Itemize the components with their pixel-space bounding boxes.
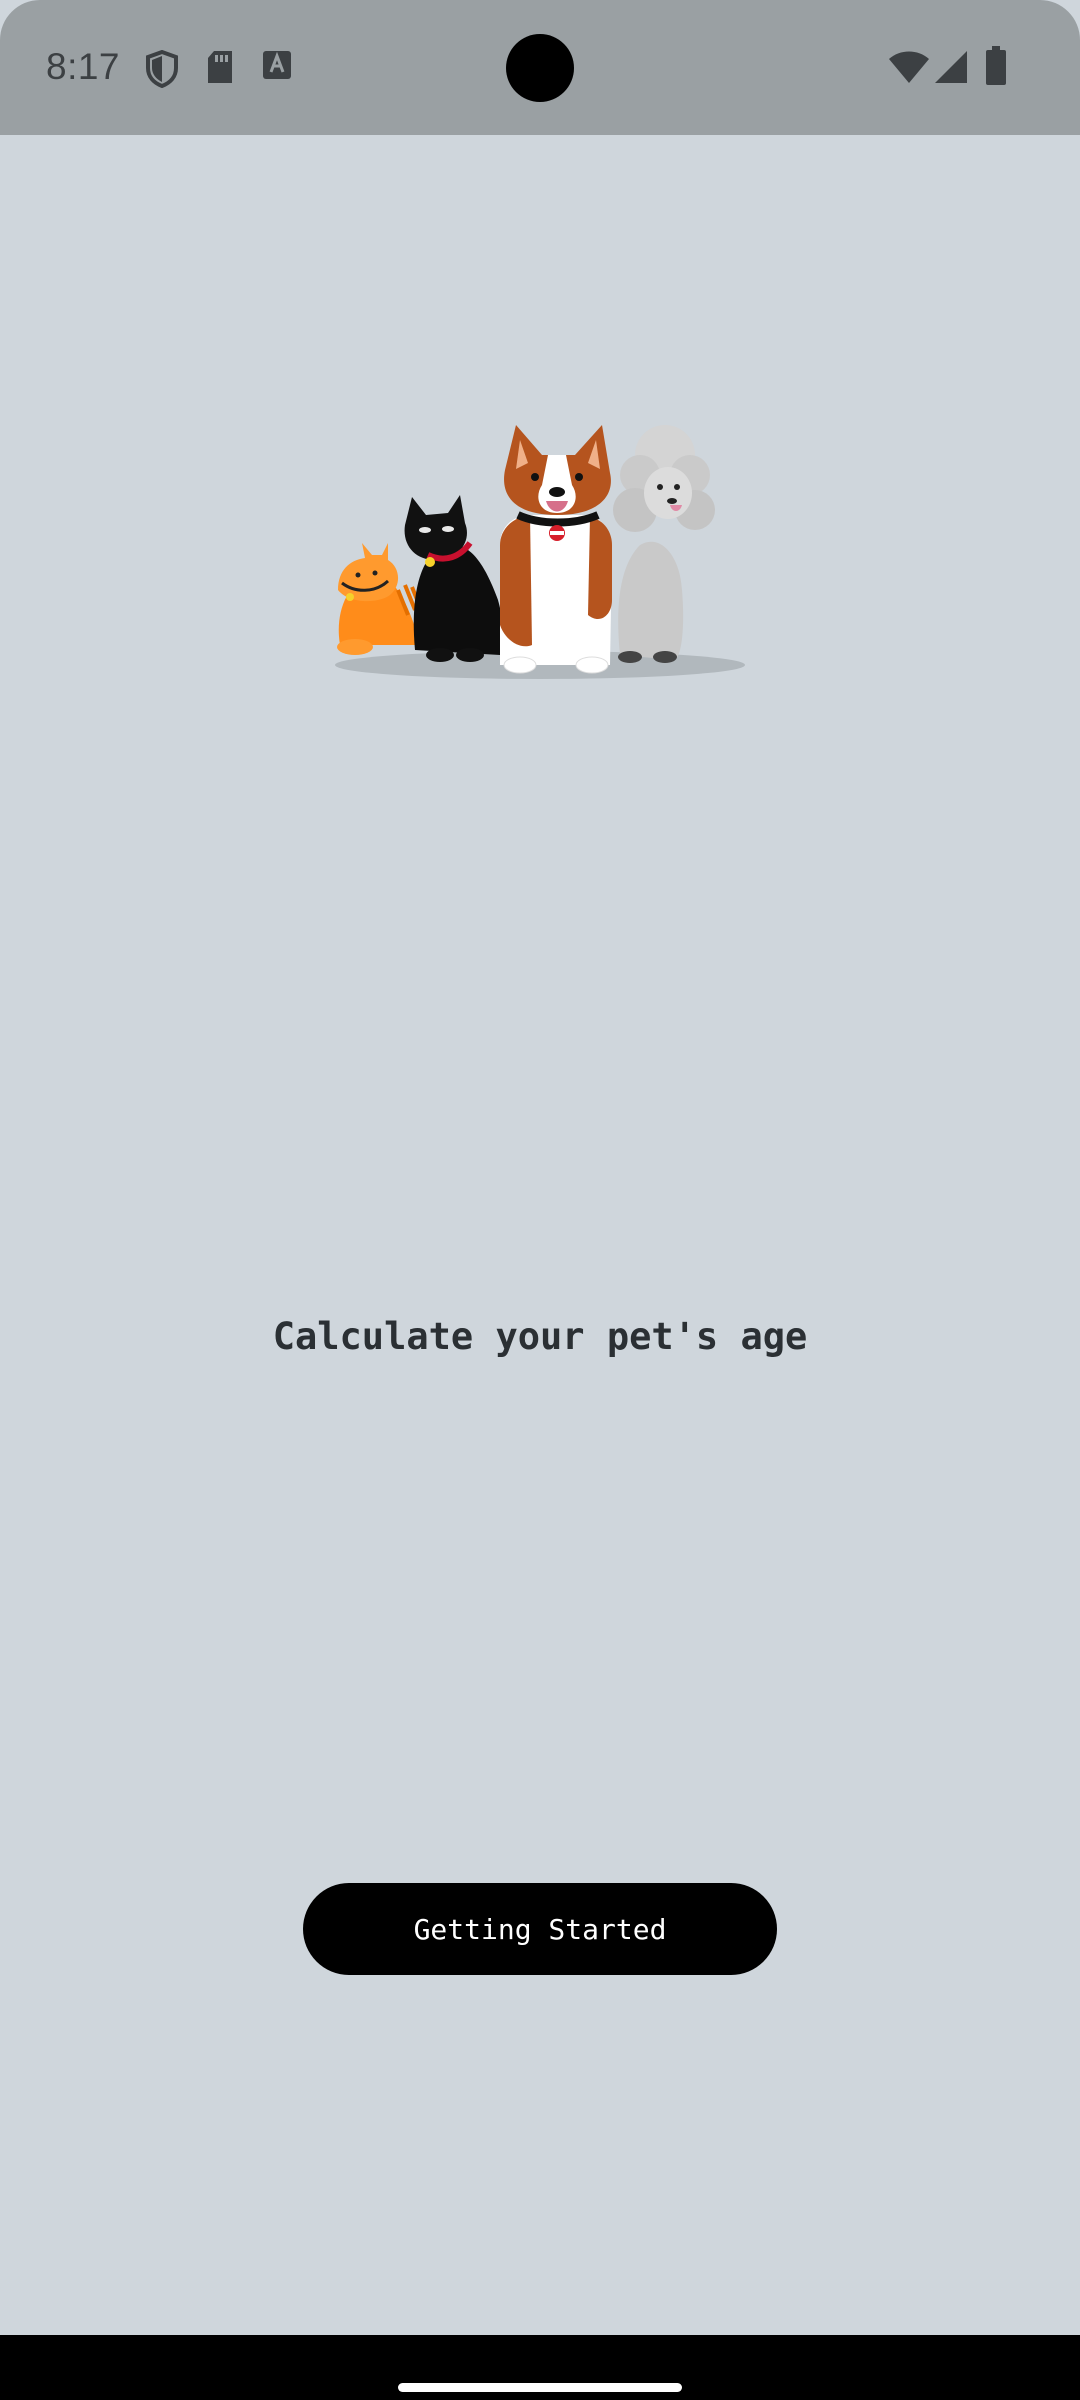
- pets-illustration: [320, 415, 760, 695]
- home-gesture-handle[interactable]: [398, 2383, 682, 2392]
- app-screen: 8:17 Calculate your pet's age Getting St…: [0, 0, 1080, 2400]
- front-camera: [506, 34, 574, 102]
- corgi-dog: [500, 425, 612, 674]
- orange-cat: [337, 543, 422, 655]
- battery-icon: [985, 46, 1007, 91]
- sd-card-icon: [206, 50, 234, 89]
- page-title: Calculate your pet's age: [272, 1315, 808, 1358]
- status-bar: 8:17: [0, 0, 1080, 135]
- text-a-icon: [262, 50, 292, 85]
- shield-icon: [145, 49, 179, 93]
- black-cat: [404, 495, 504, 662]
- signal-icon: [934, 50, 968, 89]
- main-content: Calculate your pet's age Getting Started: [0, 135, 1080, 2335]
- getting-started-button[interactable]: Getting Started: [303, 1883, 777, 1975]
- poodle-dog: [613, 425, 715, 663]
- status-time: 8:17: [46, 46, 121, 87]
- wifi-icon: [888, 50, 930, 89]
